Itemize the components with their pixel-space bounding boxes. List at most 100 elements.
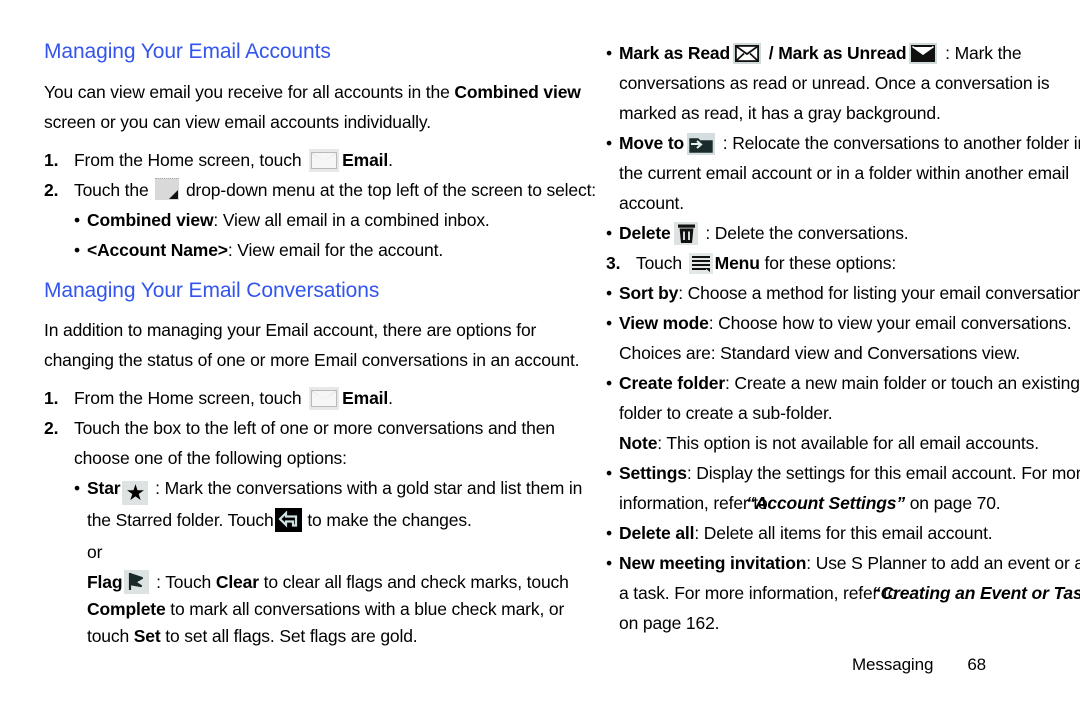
list-item-delete-all: • Delete all: Delete all items for this …	[606, 518, 1080, 548]
option-description: : View all email in a combined inbox.	[213, 210, 490, 230]
step-text: Touch the box to the left of one or more…	[74, 418, 555, 468]
list-item-sort-by: • Sort by: Choose a method for listing y…	[606, 278, 1080, 308]
list-item-settings: • Settings: Display the settings for thi…	[606, 458, 1080, 518]
menu-options-list: • Sort by: Choose a method for listing y…	[606, 278, 1080, 638]
email-label: Email	[342, 388, 389, 408]
step-2-dropdown-menu: 2. Touch the drop-down menu at the top l…	[44, 175, 604, 205]
section-heading-managing-email-conversations: Managing Your Email Conversations	[44, 279, 380, 302]
list-item-view-mode: • View mode: Choose how to view your ema…	[606, 308, 1080, 368]
step-1-home-screen-email-2: 1. From the Home screen, touch Email.	[44, 383, 604, 413]
bullet-dot: •	[606, 43, 612, 63]
bullet-dot: •	[74, 210, 80, 230]
bullet-dot: •	[606, 523, 612, 543]
mark-as-unread-label: Mark as Unread	[778, 43, 907, 63]
step-text-after: .	[388, 150, 393, 170]
right-column: • Mark as Read / Mark as Unread : Mark t…	[606, 0, 1080, 638]
step-text-after: .	[388, 388, 393, 408]
email-icon	[309, 149, 340, 172]
creating-event-task-reference[interactable]: “Creating an Event or Task”	[872, 583, 1080, 603]
complete-label: Complete	[87, 599, 166, 619]
star-label: Star	[87, 478, 121, 498]
note-block: Note: This option is not available for a…	[606, 428, 1080, 458]
email-icon	[309, 387, 340, 410]
delete-description: : Delete the conversations.	[700, 223, 909, 243]
settings-page-ref: on page 70.	[905, 493, 1001, 513]
or-separator: or	[74, 537, 604, 567]
bullet-dot: •	[606, 283, 612, 303]
section-heading-managing-email-accounts: Managing Your Email Accounts	[44, 40, 331, 63]
step-text-before: Touch the	[74, 180, 154, 200]
envelope-open-icon	[733, 43, 762, 64]
trash-icon	[673, 222, 698, 245]
flag-seg4: to set all flags. Set flags are gold.	[160, 626, 418, 646]
step-text-before: From the Home screen, touch	[74, 388, 307, 408]
sort-by-description: : Choose a method for listing your email…	[678, 283, 1080, 303]
manual-page: Managing Your Email Accounts You can vie…	[0, 0, 1080, 720]
or-label: or	[87, 542, 103, 562]
flag-seg2: to clear all flags and check marks, touc…	[258, 572, 569, 592]
list-item-create-folder: • Create folder: Create a new main folde…	[606, 368, 1080, 428]
dropdown-icon	[155, 178, 180, 200]
delete-all-label: Delete all	[619, 523, 695, 543]
new-meeting-invitation-label: New meeting invitation	[619, 553, 807, 573]
option-label: Combined view	[87, 210, 214, 230]
list-item-move-to: • Move to : Relocate the conversations t…	[606, 128, 1080, 218]
bullet-dot: •	[606, 313, 612, 333]
separator: /	[764, 43, 779, 63]
step-number: 2.	[44, 418, 59, 438]
email-label: Email	[342, 150, 389, 170]
conversation-options-list: • Star ★ : Mark the conversations with a …	[74, 473, 604, 650]
list-item: • <Account Name>: View email for the acc…	[74, 235, 604, 265]
menu-label: Menu	[714, 253, 760, 273]
menu-icon	[688, 253, 713, 274]
folder-move-icon	[687, 133, 716, 155]
move-to-label: Move to	[619, 133, 685, 153]
create-folder-label: Create folder	[619, 373, 725, 393]
step-text-after: drop-down menu at the top left of the sc…	[181, 180, 597, 200]
flag-seg1: : Touch	[151, 572, 216, 592]
step-number: 1.	[44, 388, 59, 408]
account-settings-reference[interactable]: “Account Settings”	[746, 493, 905, 513]
step-number: 2.	[44, 180, 59, 200]
star-icon: ★	[122, 481, 149, 505]
step-2-option-list: • Combined view: View all email in a com…	[74, 205, 604, 265]
star-description-after: to make the changes.	[302, 510, 472, 530]
intro-paragraph-2: In addition to managing your Email accou…	[44, 320, 580, 370]
list-item-mark-read-unread: • Mark as Read / Mark as Unread : Mark t…	[606, 38, 1080, 128]
envelope-closed-icon	[909, 43, 938, 64]
clear-label: Clear	[215, 572, 259, 592]
delete-all-description: : Delete all items for this email accoun…	[694, 523, 993, 543]
step-text: Touch Menu for these options:	[636, 248, 1080, 278]
or-indent	[74, 537, 87, 567]
sort-by-label: Sort by	[619, 283, 679, 303]
flag-indent	[74, 569, 87, 650]
back-arrow-icon	[274, 508, 302, 532]
list-item-star: • Star ★ : Mark the conversations with a …	[74, 473, 604, 535]
list-item-delete: • Delete : Delete the conversations.	[606, 218, 1080, 248]
set-label: Set	[133, 626, 161, 646]
bullet-dot: •	[74, 478, 80, 498]
settings-label: Settings	[619, 463, 687, 483]
view-mode-label: View mode	[619, 313, 709, 333]
step-text: Touch the drop-down menu at the top left…	[74, 175, 604, 205]
touch-word: Touch	[227, 510, 274, 530]
intro-paragraph-1: You can view email you receive for all a…	[44, 77, 604, 137]
step-3-touch-menu: 3. Touch Menu for these options:	[606, 248, 1080, 278]
note-description: : This option is not available for all e…	[657, 433, 1039, 453]
step-text-before: Touch	[636, 253, 687, 273]
bullet-dot: •	[606, 463, 612, 483]
mark-as-read-label: Mark as Read	[619, 43, 731, 63]
step-number: 3.	[606, 253, 621, 273]
meeting-page-ref: on page 162.	[619, 613, 720, 633]
page-footer: Messaging 68	[852, 655, 986, 675]
option-description: : View email for the account.	[227, 240, 444, 260]
list-item-flag: Flag : Touch Clear to clear all flags an…	[74, 569, 604, 650]
bullet-dot: •	[606, 133, 612, 153]
note-indent	[606, 428, 619, 458]
intro-text-part2: screen or you can view email accounts in…	[44, 112, 431, 132]
step-2-choose-options: 2. Touch the box to the left of one or m…	[44, 413, 604, 473]
option-label: <Account Name>	[87, 240, 228, 260]
combined-view-bold: Combined view	[454, 82, 581, 102]
left-column: Managing Your Email Accounts You can vie…	[44, 0, 604, 650]
bullet-dot: •	[74, 240, 80, 260]
